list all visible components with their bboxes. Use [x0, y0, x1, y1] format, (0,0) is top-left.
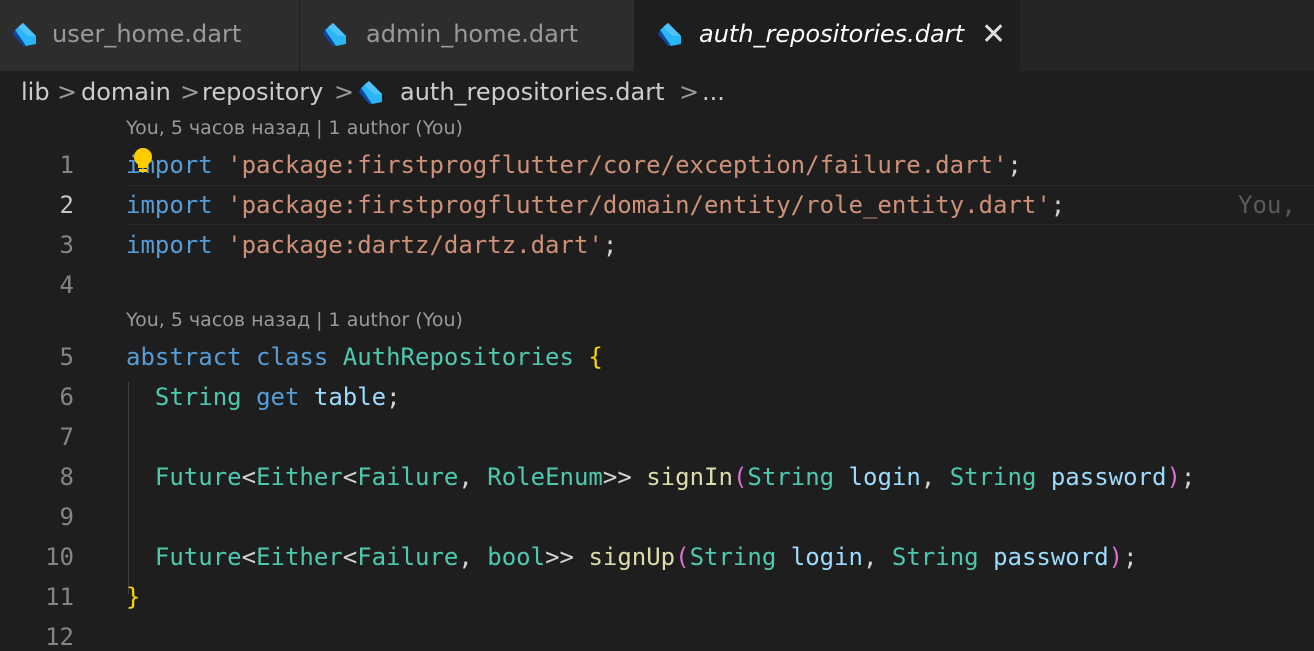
string-literal: 'package:dartz/dartz.dart'	[227, 231, 603, 259]
code-line-11: }	[126, 583, 140, 611]
codelens-author[interactable]: You, 5 часов назад | 1 author (You)	[126, 117, 463, 139]
line-number: 5	[59, 343, 74, 371]
identifier: table	[313, 383, 387, 411]
editor-tab-bar: user_home.dart admin_home.dart auth_repo…	[0, 0, 1314, 71]
keyword: abstract	[126, 343, 242, 371]
string-literal: 'package:firstprogflutter/domain/entity/…	[227, 191, 1051, 219]
type-name: bool	[487, 543, 546, 571]
code-line-5: abstract class AuthRepositories {	[126, 343, 603, 371]
dart-file-icon	[323, 23, 346, 46]
parameter: password	[993, 543, 1109, 571]
type-name: Future	[154, 463, 242, 491]
code-editor[interactable]: You, 5 часов назад | 1 author (You) 1 2 …	[0, 115, 1314, 651]
punctuation: ;	[1180, 463, 1196, 491]
punctuation: ;	[602, 231, 618, 259]
breadcrumb-item-repository[interactable]: repository	[202, 78, 323, 106]
breadcrumb-item-more[interactable]: ...	[702, 78, 725, 106]
code-line-10: Future<Either<Failure, bool>> signUp(Str…	[154, 543, 1138, 571]
code-line-3: import 'package:dartz/dartz.dart';	[126, 231, 617, 259]
parameter: login	[848, 463, 921, 491]
line-number: 7	[59, 423, 74, 451]
type-name: String	[747, 463, 835, 491]
tab-admin-home[interactable]: admin_home.dart	[300, 0, 635, 71]
lightbulb-icon[interactable]	[132, 147, 154, 177]
inline-git-blame: You,	[1238, 191, 1296, 219]
code-line-6: String get table;	[126, 383, 401, 411]
line-number: 6	[59, 383, 74, 411]
code-line-1: import 'package:firstprogflutter/core/ex…	[126, 151, 1022, 179]
type-name: String	[689, 543, 777, 571]
line-number: 2	[59, 191, 74, 219]
tab-auth-repositories[interactable]: auth_repositories.dart ✕	[635, 0, 1020, 71]
line-number: 3	[59, 231, 74, 259]
type-name: RoleEnum	[487, 463, 603, 491]
bracket: {	[588, 343, 603, 371]
code-line-8: Future<Either<Failure, RoleEnum>> signIn…	[154, 463, 1196, 491]
punctuation: ;	[1123, 543, 1138, 571]
punctuation: ;	[1007, 151, 1022, 179]
keyword: class	[256, 343, 329, 371]
close-icon[interactable]: ✕	[981, 18, 1006, 52]
breadcrumb: lib > domain > repository > auth_reposit…	[0, 71, 1314, 115]
tab-label: auth_repositories.dart	[699, 20, 965, 48]
bracket: }	[126, 583, 141, 611]
type-name: String	[949, 463, 1037, 491]
class-name: AuthRepositories	[342, 343, 574, 371]
line-number: 10	[45, 543, 74, 571]
parameter: login	[790, 543, 863, 571]
breadcrumb-item-file[interactable]: auth_repositories.dart	[400, 78, 664, 106]
function-name: signIn	[646, 463, 733, 491]
dart-file-icon	[13, 23, 36, 46]
string-literal: 'package:firstprogflutter/core/exception…	[227, 151, 1008, 179]
type-name: Failure	[357, 463, 459, 491]
type-name: String	[154, 383, 242, 411]
breadcrumb-separator: >	[679, 78, 700, 106]
type-name: Future	[154, 543, 242, 571]
keyword: import	[126, 231, 213, 259]
line-number: 11	[45, 583, 74, 611]
punctuation: ;	[386, 383, 401, 411]
line-number: 8	[59, 463, 74, 491]
keyword: import	[126, 191, 213, 219]
code-line-2: import 'package:firstprogflutter/domain/…	[126, 191, 1065, 219]
dart-file-icon	[359, 81, 382, 104]
tab-label: admin_home.dart	[366, 20, 579, 48]
line-number: 12	[45, 623, 74, 651]
codelens-author[interactable]: You, 5 часов назад | 1 author (You)	[126, 309, 463, 331]
dart-file-icon	[658, 23, 681, 46]
breadcrumb-item-lib[interactable]: lib	[21, 78, 50, 106]
tab-label: user_home.dart	[52, 20, 242, 48]
breadcrumb-separator: >	[57, 78, 78, 106]
keyword: get	[256, 383, 300, 411]
type-name: Either	[256, 463, 343, 491]
type-name: String	[891, 543, 979, 571]
line-number: 1	[59, 151, 74, 179]
type-name: Failure	[357, 543, 459, 571]
line-number: 9	[59, 503, 74, 531]
type-name: Either	[256, 543, 343, 571]
breadcrumb-item-domain[interactable]: domain	[81, 78, 171, 106]
parameter: password	[1050, 463, 1167, 491]
punctuation: ;	[1050, 191, 1066, 219]
tab-user-home[interactable]: user_home.dart	[0, 0, 300, 71]
breadcrumb-separator: >	[334, 78, 355, 106]
breadcrumb-separator: >	[180, 78, 201, 106]
function-name: signUp	[588, 543, 676, 571]
line-number: 4	[59, 271, 74, 299]
